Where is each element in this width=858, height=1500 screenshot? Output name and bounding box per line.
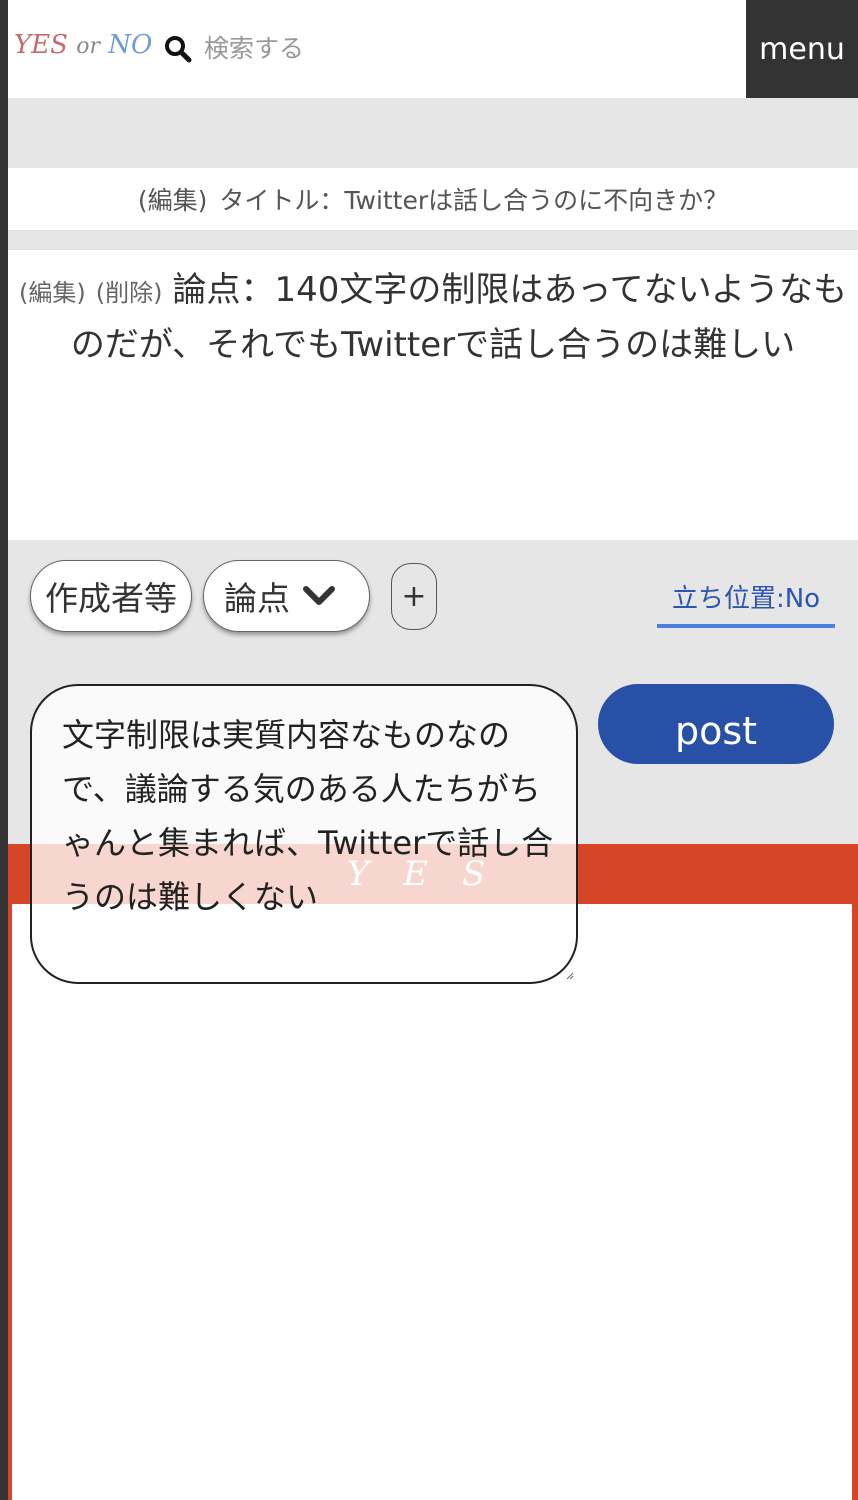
point-box: (編集) (削除) 論点：140文字の制限はあってないようなものだが、それでもTwi… bbox=[8, 250, 858, 540]
point-select-label: 論点 bbox=[224, 579, 290, 618]
comment-input[interactable]: 文字制限は実質内容なものなので、議論する気のある人たちがちゃんと集まれば、Twi… bbox=[30, 684, 578, 984]
tab-stance-no[interactable]: 立ち位置:No bbox=[657, 578, 835, 628]
point-text: 論点：140文字の制限はあってないようなものだが、それでもTwitterで話し合… bbox=[70, 270, 847, 365]
edit-point-link[interactable]: (編集) bbox=[19, 279, 86, 307]
search-icon[interactable] bbox=[164, 35, 192, 63]
logo-no: NO bbox=[108, 30, 153, 60]
chevron-down-icon bbox=[303, 586, 335, 605]
top-bar: YES or NO menu bbox=[8, 0, 858, 98]
delete-point-link[interactable]: (削除) bbox=[96, 279, 163, 307]
menu-button[interactable]: menu bbox=[746, 0, 858, 98]
resize-grip-icon[interactable] bbox=[566, 972, 574, 980]
point-select-chip[interactable]: 論点 bbox=[203, 560, 370, 632]
yes-section-content bbox=[12, 904, 852, 1500]
yes-section-panel bbox=[8, 904, 858, 1500]
logo[interactable]: YES or NO bbox=[14, 30, 152, 60]
edit-title-link[interactable]: (編集) bbox=[138, 181, 208, 217]
logo-yes: YES bbox=[14, 30, 68, 60]
discussion-title-box: (編集) タイトル：Twitterは話し合うのに不向きか？ bbox=[8, 168, 858, 230]
post-button[interactable]: post bbox=[598, 684, 834, 764]
add-button[interactable]: + bbox=[391, 563, 437, 630]
discussion-title: タイトル：Twitterは話し合うのに不向きか？ bbox=[219, 186, 729, 215]
search-input[interactable] bbox=[204, 28, 624, 68]
author-chip[interactable]: 作成者等 bbox=[30, 560, 192, 632]
left-edge-strip bbox=[0, 0, 8, 1500]
logo-or: or bbox=[76, 34, 100, 59]
